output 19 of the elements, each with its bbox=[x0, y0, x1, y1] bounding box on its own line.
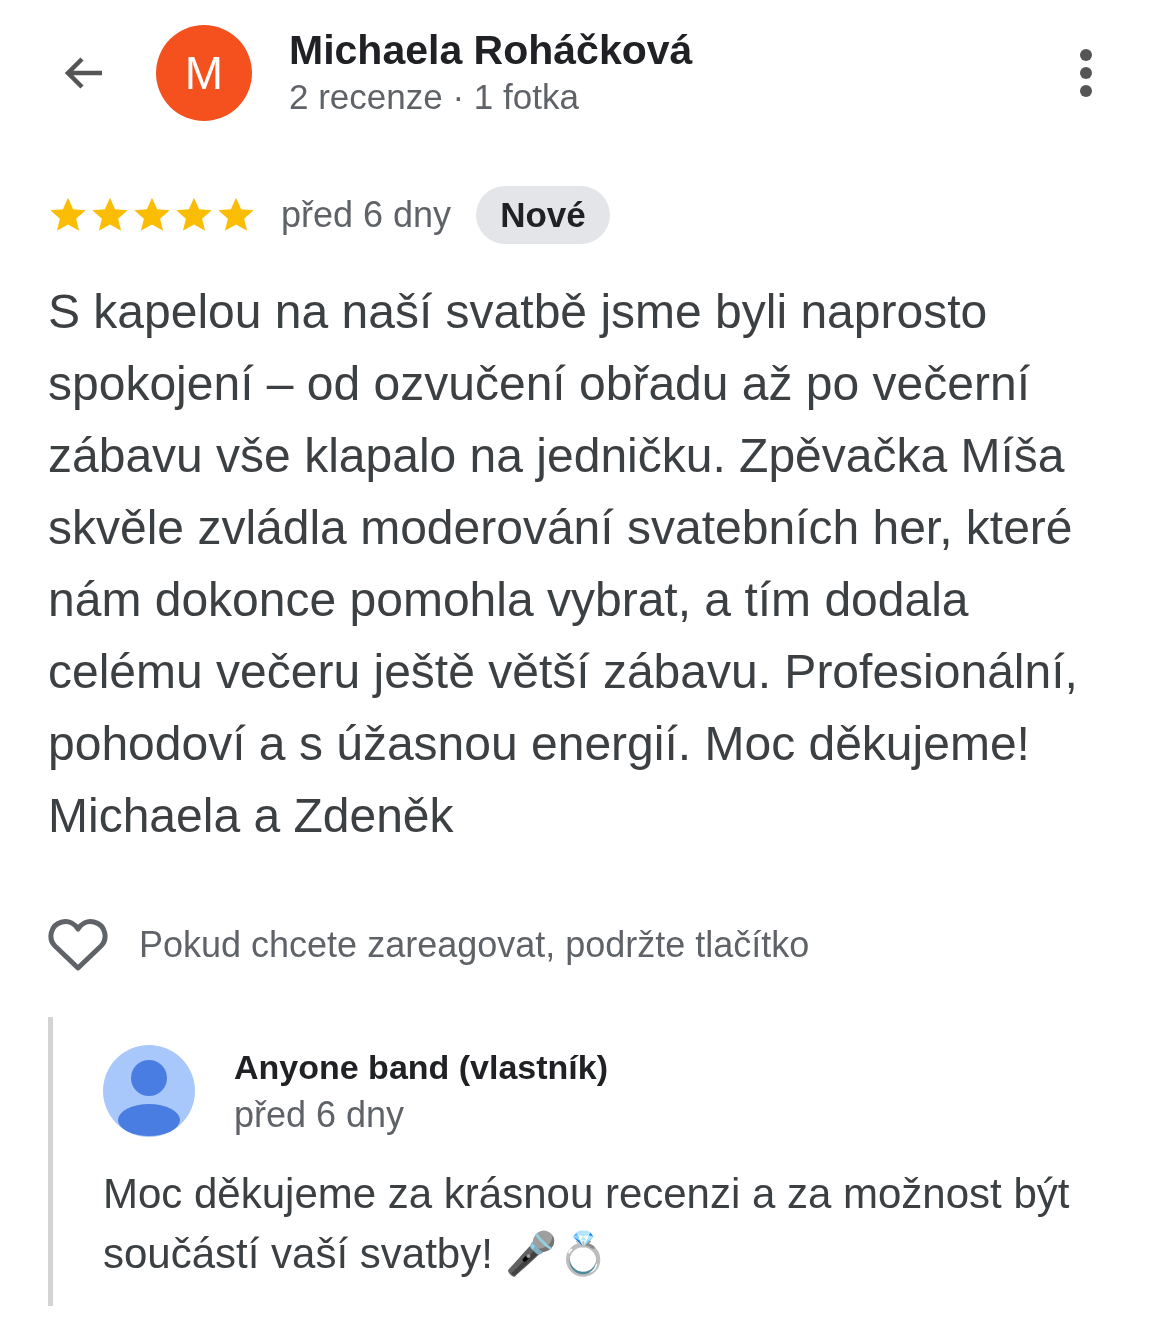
reviewer-name: Michaela Roháčková bbox=[289, 26, 693, 74]
star-filled-icon bbox=[216, 196, 256, 234]
person-avatar-icon bbox=[103, 1045, 195, 1137]
new-badge: Nové bbox=[476, 186, 610, 244]
reply-time: před 6 dny bbox=[234, 1093, 405, 1137]
reply-text: Moc děkujeme za krásnou recenzi a za možnost být součástí vaší svatby! 🎤💍 bbox=[103, 1169, 1071, 1279]
star-filled-icon bbox=[132, 196, 172, 234]
reaction-hint: Pokud chcete zareagovat, podržte tlačítko bbox=[139, 924, 810, 966]
star-filled-icon bbox=[48, 196, 88, 234]
heart-icon bbox=[48, 918, 108, 972]
review-time: před 6 dny bbox=[281, 194, 452, 236]
more-vertical-icon bbox=[1079, 48, 1093, 98]
like-button[interactable] bbox=[48, 918, 108, 972]
star-filled-icon bbox=[174, 196, 214, 234]
review-text: S kapelou na naší svatbě jsme byli naprosto spokojení – od ozvučení obřadu až po večerní zábavu vše klapalo na jedničku. Zpěvačka Míša skvěle zvládla moderování svatebních her, které nám dokonce pomohla vybrat, a tím dodala celému večeru ještě větší zábavu. Profesionální, pohodoví a s úžasnou energií. Moc děkujeme! Michaela a Zdeněk bbox=[48, 284, 1079, 844]
owner-name: Anyone band (vlastník) bbox=[234, 1047, 609, 1088]
avatar: M bbox=[156, 25, 252, 121]
reviewer-stats: 2 recenze · 1 fotka bbox=[289, 76, 579, 118]
star-filled-icon bbox=[90, 196, 130, 234]
